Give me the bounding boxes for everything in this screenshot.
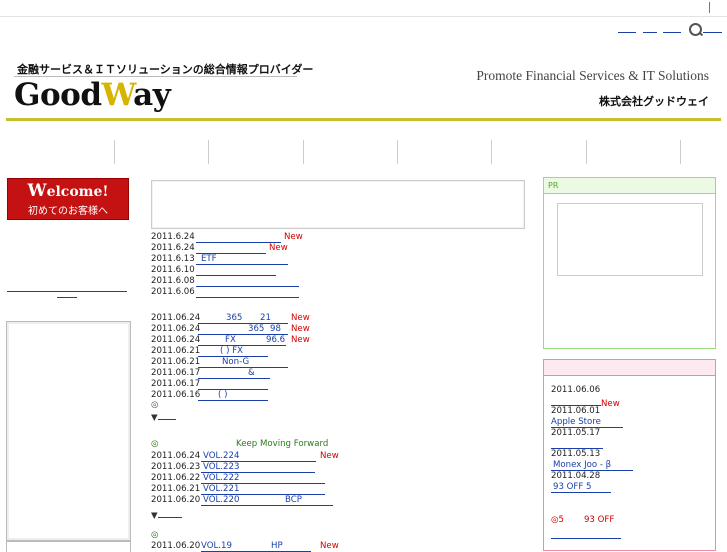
side-item[interactable]: Apple Store (551, 417, 623, 428)
pr-banner[interactable] (557, 203, 703, 276)
nav-separator (303, 140, 304, 164)
promo-link[interactable] (551, 528, 621, 543)
logo-w: W (101, 77, 134, 113)
vol-link[interactable]: VOL.221 (201, 484, 325, 495)
left-widget-box (6, 321, 131, 541)
nav-separator (114, 140, 115, 164)
site-logo[interactable]: GoodWay (14, 77, 171, 113)
utility-link-3[interactable] (663, 22, 681, 33)
side-date: 2011.06.01 (551, 406, 601, 416)
news-link[interactable]: Non-G (198, 357, 288, 368)
side-date: 2011.04.28 (551, 471, 601, 481)
news-link[interactable] (196, 265, 276, 276)
left-widget-box-2 (6, 541, 131, 552)
news-link[interactable] (198, 379, 268, 390)
utility-link-1[interactable] (618, 22, 636, 33)
news-link[interactable]: ( ) (198, 390, 268, 401)
vol-link[interactable]: VOL.220 BCP (201, 495, 333, 506)
left-link-1[interactable] (7, 285, 127, 292)
news-link[interactable]: 365 98 (198, 324, 288, 335)
site-tagline: 金融サービス＆ＩＴソリューションの総合情報プロバイダー (17, 63, 314, 76)
search-link[interactable] (703, 22, 722, 33)
side-item[interactable]: Monex Joo - β (551, 460, 633, 471)
news-link[interactable] (196, 243, 266, 254)
news-link[interactable]: ( ) FX (198, 346, 268, 357)
side-date: 2011.05.13 (551, 449, 601, 459)
promote-slogan: Promote Financial Services & IT Solution… (476, 68, 709, 83)
promo-line[interactable]: ◎5 93 OFF (551, 515, 614, 526)
logo-ay: ay (133, 77, 171, 113)
pr-header: PR (544, 178, 715, 194)
news-link[interactable] (196, 232, 281, 243)
top-bar (0, 0, 727, 17)
pr-panel: PR (543, 177, 716, 349)
left-link-2[interactable] (57, 292, 77, 298)
nav-separator (208, 140, 209, 164)
news-link[interactable] (196, 287, 299, 298)
vol-link[interactable]: VOL.223 (201, 462, 315, 473)
section-heading: Keep Moving Forward (236, 439, 329, 449)
main-notice-box (151, 180, 525, 229)
global-nav (0, 140, 727, 164)
news-link[interactable]: ETF (196, 254, 288, 265)
company-name: 株式会社グッドウェイ (599, 95, 709, 108)
vol-link[interactable]: VOL.19 HP (201, 541, 311, 552)
info-panel-header (544, 360, 715, 376)
nav-separator (491, 140, 492, 164)
search-icon[interactable] (689, 23, 702, 36)
welcome-subtitle: 初めてのお客様へ (28, 206, 108, 217)
side-item[interactable]: 93 OFF 5 (551, 482, 611, 493)
news-link[interactable] (196, 276, 299, 287)
news-link[interactable]: FX 96.6 (198, 335, 286, 346)
nav-separator (680, 140, 681, 164)
welcome-title: Welcome! (27, 181, 109, 201)
section-mark: ◎ (151, 439, 159, 449)
vol-link[interactable]: VOL.224 (201, 451, 316, 462)
nav-separator (397, 140, 398, 164)
news-link[interactable]: & (198, 368, 270, 379)
utility-link-2[interactable] (643, 22, 657, 33)
more-arrow-icon: ▼ (151, 511, 158, 521)
welcome-banner[interactable]: Welcome! 初めてのお客様へ (7, 178, 129, 220)
nav-separator (586, 140, 587, 164)
vol-link[interactable]: VOL.222 (201, 473, 325, 484)
news-link[interactable]: 365 21 (198, 313, 288, 324)
info-panel: 2011.06.06 New 2011.06.01 Apple Store 20… (543, 359, 716, 551)
section-mark-2: ◎ (151, 530, 159, 540)
more-link-1[interactable]: ▼ (151, 410, 176, 424)
more-arrow-icon: ▼ (151, 413, 158, 423)
more-link-2[interactable]: ▼ (151, 508, 182, 522)
header-rule (6, 118, 721, 121)
top-divider (709, 2, 710, 13)
logo-good: Good (14, 77, 102, 113)
